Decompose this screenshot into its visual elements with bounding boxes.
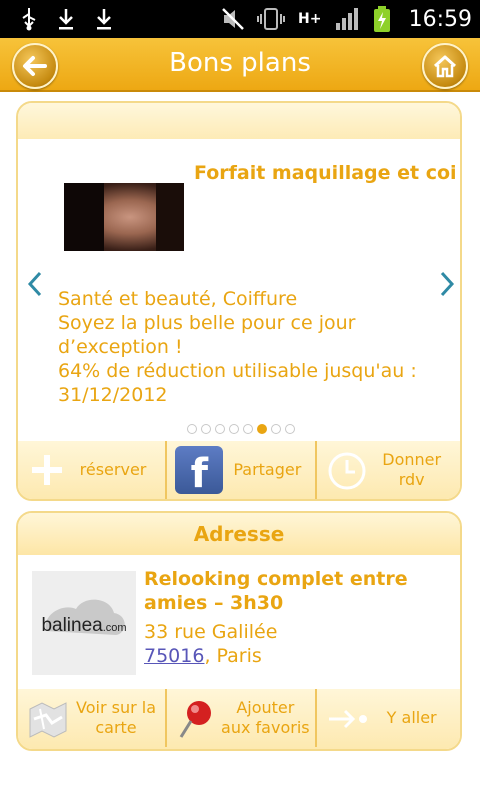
chevron-right-icon [440, 271, 455, 297]
deal-image [64, 183, 184, 251]
pagination-dot[interactable] [285, 424, 295, 434]
share-button[interactable]: f Partager [165, 441, 314, 499]
usb-icon [20, 4, 38, 34]
postal-code-link[interactable]: 75016 [144, 645, 204, 667]
clock-icon [328, 452, 366, 490]
city-line: 75016, Paris [144, 645, 262, 667]
status-bar: H+ 16:59 [0, 0, 480, 38]
page-title: Bons plans [169, 48, 311, 78]
pagination-dot[interactable] [201, 424, 211, 434]
carousel-pagination [18, 424, 460, 434]
vibrate-icon [256, 4, 286, 34]
app-header: Bons plans [0, 38, 480, 92]
appointment-label: Donner rdv [382, 450, 442, 489]
deal-carousel[interactable]: Forfait maquillage et coiffure spécial m… [18, 139, 460, 444]
pushpin-icon [180, 701, 212, 738]
deal-discount: 64% de réduction utilisable jusqu'au : 3… [58, 360, 417, 406]
deal-category: Santé et beauté, Coiffure [58, 288, 298, 310]
go-there-label: Y aller [386, 708, 437, 727]
directions-arrow-icon [328, 709, 367, 729]
plus-icon [32, 455, 62, 485]
logo-suffix: .com [102, 622, 127, 634]
reserve-label: réserver [79, 460, 147, 479]
mute-icon [220, 4, 246, 34]
deal-description: Santé et beauté, Coiffure Soyez la plus … [58, 287, 458, 407]
deal-actions: réserver f Partager Donner rdv [18, 441, 460, 499]
battery-charging-icon [372, 4, 392, 34]
merchant-offer-title: Relooking complet entre amies – 3h30 [144, 568, 408, 614]
go-there-button[interactable]: Y aller [314, 689, 460, 747]
address-body: balinea.com Relooking complet entre amie… [18, 555, 460, 691]
next-deal-button[interactable] [438, 269, 456, 307]
merchant-logo: balinea.com [32, 571, 136, 675]
download-icon [94, 4, 114, 34]
pagination-dot[interactable] [229, 424, 239, 434]
add-favorite-label: Ajouter aux favoris [221, 698, 310, 737]
reserve-button[interactable]: réserver [18, 441, 165, 499]
home-button[interactable] [422, 43, 468, 89]
deal-card-top [18, 103, 460, 139]
deal-tagline: Soyez la plus belle pour ce jour d’excep… [58, 312, 356, 358]
city-name: , Paris [204, 645, 262, 667]
facebook-icon: f [175, 446, 224, 494]
download-icon [56, 4, 76, 34]
previous-deal-button[interactable] [26, 269, 44, 307]
view-map-button[interactable]: Voir sur la carte [18, 689, 165, 747]
deal-title[interactable]: Forfait maquillage et coiffure spécial m… [194, 161, 456, 185]
appointment-button[interactable]: Donner rdv [314, 441, 460, 499]
pagination-dot[interactable] [271, 424, 281, 434]
home-icon [433, 55, 457, 78]
signal-icon [334, 4, 360, 34]
chevron-left-icon [27, 271, 42, 297]
add-favorite-button[interactable]: Ajouter aux favoris [165, 689, 314, 747]
share-label: Partager [233, 460, 302, 479]
street-address: 33 rue Galilée [144, 621, 278, 643]
pagination-dot[interactable] [257, 424, 267, 434]
logo-text: balinea [41, 615, 103, 636]
deal-card: Forfait maquillage et coiffure spécial m… [16, 101, 462, 501]
address-actions: Voir sur la carte Ajouter aux favoris Y … [18, 689, 460, 749]
clock: 16:59 [408, 6, 472, 32]
pagination-dot[interactable] [243, 424, 253, 434]
view-map-label: Voir sur la carte [76, 698, 156, 737]
pagination-dot[interactable] [215, 424, 225, 434]
address-card: Adresse balinea.com Relooking complet en… [16, 511, 462, 751]
hplus-icon: H+ [298, 11, 322, 27]
address-header: Adresse [18, 513, 460, 555]
map-icon [29, 702, 67, 738]
pagination-dot[interactable] [187, 424, 197, 434]
